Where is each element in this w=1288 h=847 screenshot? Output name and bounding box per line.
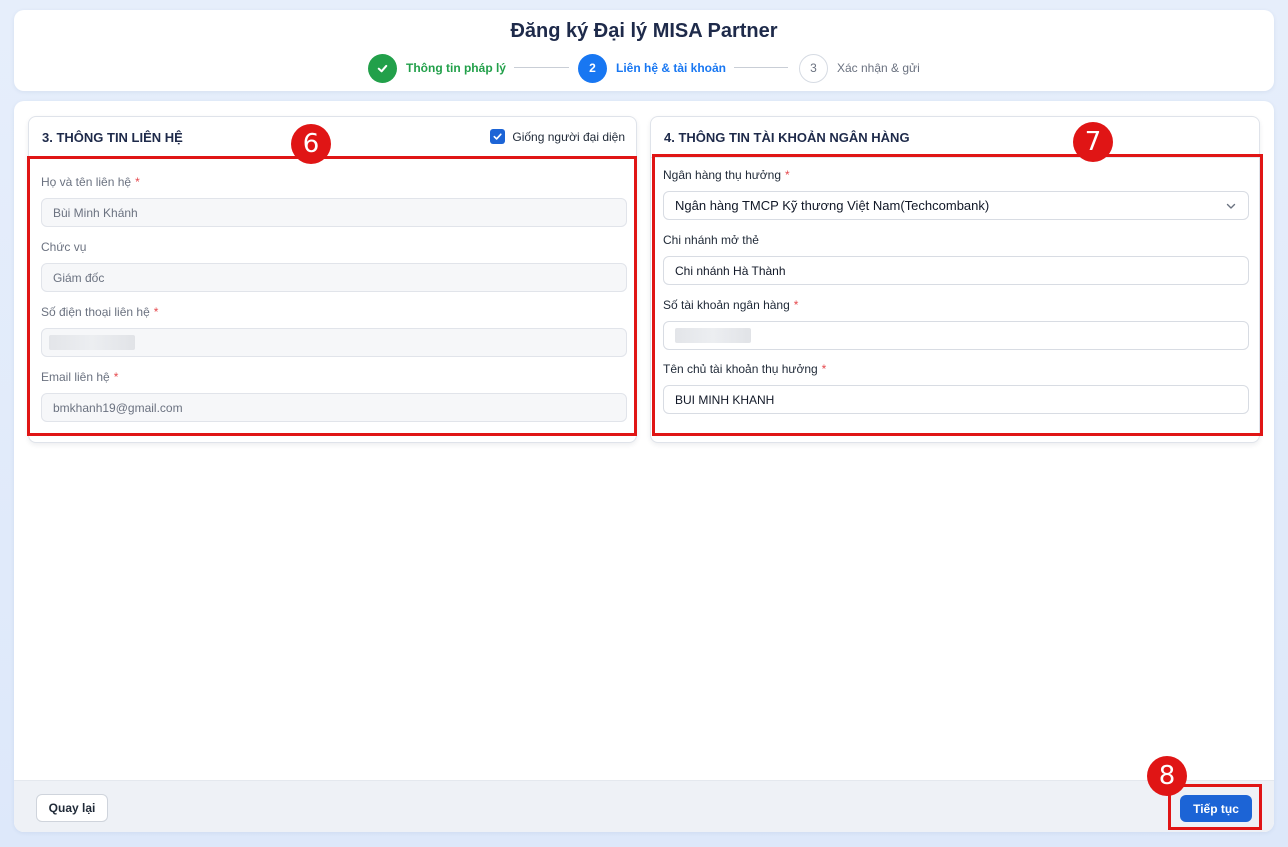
back-button[interactable]: Quay lại bbox=[36, 794, 108, 822]
check-icon bbox=[368, 53, 397, 83]
annotation-badge-8: 8 bbox=[1147, 756, 1187, 796]
annotation-box-next bbox=[1168, 784, 1262, 830]
step-legal-info[interactable]: Thông tin pháp lý bbox=[368, 53, 506, 83]
step-number: 3 bbox=[799, 53, 828, 83]
annotation-box-bank bbox=[652, 154, 1263, 436]
step-label: Liên hệ & tài khoản bbox=[616, 61, 727, 75]
step-confirm-submit[interactable]: 3 Xác nhận & gửi bbox=[799, 53, 920, 83]
annotation-box-contact bbox=[27, 156, 637, 436]
footer-bar: Quay lại Tiếp tục bbox=[14, 780, 1274, 832]
check-icon bbox=[493, 133, 502, 140]
same-as-rep-label: Giống người đại diện bbox=[512, 129, 625, 144]
step-connector bbox=[734, 67, 788, 68]
step-number: 2 bbox=[578, 53, 607, 83]
header-card: Đăng ký Đại lý MISA Partner Thông tin ph… bbox=[14, 10, 1274, 91]
step-contact-account[interactable]: 2 Liên hệ & tài khoản bbox=[578, 53, 726, 83]
bank-panel-title: 4. THÔNG TIN TÀI KHOẢN NGÂN HÀNG bbox=[664, 130, 910, 145]
step-label: Xác nhận & gửi bbox=[837, 61, 920, 75]
main-card: 3. THÔNG TIN LIÊN HỆ Giống người đại diệ… bbox=[14, 101, 1274, 832]
annotation-badge-6: 6 bbox=[291, 124, 331, 164]
annotation-badge-7: 7 bbox=[1073, 122, 1113, 162]
step-connector bbox=[514, 67, 569, 68]
stepper: Thông tin pháp lý 2 Liên hệ & tài khoản … bbox=[14, 53, 1274, 83]
step-label: Thông tin pháp lý bbox=[406, 61, 506, 75]
same-as-rep-option[interactable]: Giống người đại diện bbox=[490, 129, 625, 144]
page-title: Đăng ký Đại lý MISA Partner bbox=[510, 20, 778, 42]
contact-panel-title: 3. THÔNG TIN LIÊN HỆ bbox=[42, 130, 183, 145]
same-as-rep-checkbox[interactable] bbox=[490, 129, 506, 144]
